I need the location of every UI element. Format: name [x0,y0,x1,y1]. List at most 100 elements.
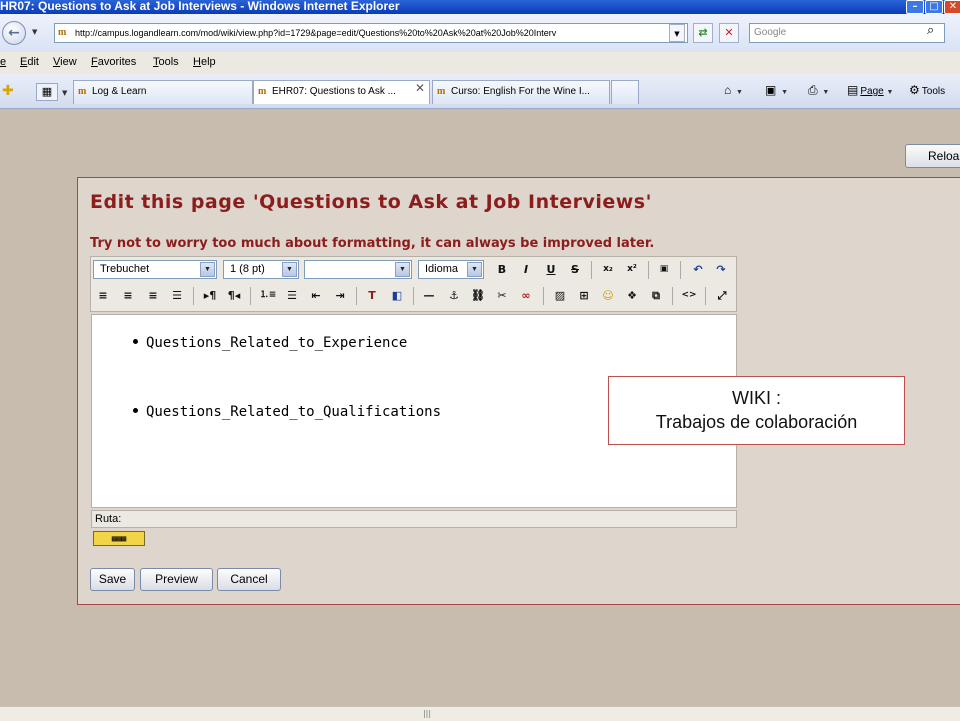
search-replace-icon[interactable]: ⧉ [646,286,666,305]
tab-label: Curso: English For the Wine I... [451,86,590,97]
tab-label: Log & Learn [92,86,147,97]
site-favicon-icon: m [58,27,67,38]
close-tab-icon[interactable]: ✕ [415,81,425,95]
address-toolbar: ← ▼ m http://campus.logandlearn.com/mod/… [0,14,960,52]
rtl-direction-icon[interactable]: ¶◂ [224,286,244,305]
feeds-button[interactable]: ▣ ▼ [765,81,788,102]
align-left-icon[interactable]: ≡ [93,286,113,305]
keyboard-shortcuts-icon[interactable]: ▦▦▦ [93,531,145,546]
window-title-bar[interactable]: HR07: Questions to Ask at Job Interviews… [0,0,960,14]
refresh-icon[interactable]: ⇄ [693,23,713,43]
bold-icon[interactable]: B [492,260,512,279]
horizontal-scrollbar[interactable]: ||| [0,706,960,721]
ordered-list-icon[interactable]: ⒈≡ [258,286,278,305]
outdent-icon[interactable]: ⇤ [306,286,326,305]
scrollbar-thumb-icon[interactable]: ||| [417,709,437,719]
history-dropdown-icon[interactable]: ▼ [32,28,37,36]
strikethrough-icon[interactable]: S [565,260,585,279]
smiley-icon[interactable]: ☺ [598,286,618,305]
list-item[interactable]: Questions_Related_to_Qualifications [133,404,441,420]
url-text[interactable]: http://campus.logandlearn.com/mod/wiki/v… [75,24,556,42]
italic-icon[interactable]: I [516,260,536,279]
horizontal-rule-icon[interactable]: — [419,286,439,305]
insert-link-icon[interactable]: ⛓ [468,286,488,305]
tab-list-dropdown-icon[interactable]: ▼ [62,89,67,97]
underline-icon[interactable]: U [541,260,561,279]
insert-table-icon[interactable]: ⊞ [574,286,594,305]
minimize-button[interactable]: – [906,0,924,14]
bullet-icon [133,407,138,413]
address-bar[interactable]: m http://campus.logandlearn.com/mod/wiki… [54,23,688,43]
site-favicon-icon: m [78,86,87,97]
menu-favorites[interactable]: Favorites [91,56,136,68]
text-color-icon[interactable]: T [362,286,382,305]
font-family-select[interactable]: Trebuchet ▼ [93,260,217,279]
preview-button[interactable]: Preview [140,568,213,591]
home-button[interactable]: ⌂ ▼ [724,81,743,102]
indent-icon[interactable]: ⇥ [330,286,350,305]
subscript-icon[interactable]: x₂ [598,260,618,279]
menu-edit[interactable]: Edit [20,56,39,68]
undo-icon[interactable]: ↶ [688,260,708,279]
wiki-callout-box: WIKI : Trabajos de colaboración [608,376,905,445]
chevron-down-icon: ▼ [200,262,215,277]
gear-icon: ⚙ [909,83,920,97]
menu-file[interactable]: e [0,56,6,68]
language-value: Idioma [425,263,459,275]
align-right-icon[interactable]: ≡ [143,286,163,305]
unlink-icon[interactable]: ✂ [492,286,512,305]
html-source-icon[interactable]: <> [679,286,699,305]
redo-icon[interactable]: ↷ [711,260,731,279]
format-select[interactable]: ▼ [304,260,412,279]
unordered-list-icon[interactable]: ☰ [282,286,302,305]
editor-path-bar: Ruta: [91,510,737,528]
site-favicon-icon: m [258,86,267,97]
special-char-icon[interactable]: ❖ [622,286,642,305]
paste-word-icon[interactable]: ▣ [654,260,674,279]
menu-bar: e Edit View Favorites Tools Help [0,52,960,74]
tab-curso-english-wine[interactable]: m Curso: English For the Wine I... [432,80,610,104]
fullscreen-icon[interactable]: ⤢ [712,286,732,305]
insert-image-icon[interactable]: ▨ [550,286,570,305]
stop-icon[interactable]: ✕ [719,23,739,43]
chevron-down-icon: ▼ [282,262,297,277]
page-heading: Edit this page 'Questions to Ask at Job … [90,191,652,213]
page-menu-button[interactable]: ▤ Page ▼ [847,81,893,102]
add-favorite-icon[interactable]: ✚ [2,83,14,99]
menu-view[interactable]: View [53,56,77,68]
tab-bar: ✚ ▦ ▼ m Log & Learn m EHR07: Questions to … [0,74,960,109]
superscript-icon[interactable]: x² [622,260,642,279]
window-title: HR07: Questions to Ask at Job Interviews… [0,0,400,13]
align-center-icon[interactable]: ≡ [118,286,138,305]
tab-label: EHR07: Questions to Ask ... [272,86,396,97]
back-button[interactable]: ← [2,21,26,45]
search-icon[interactable]: ⌕ [927,23,934,38]
menu-help[interactable]: Help [193,56,216,68]
cancel-button[interactable]: Cancel [217,568,281,591]
tab-log-and-learn[interactable]: m Log & Learn [73,80,253,104]
background-color-icon[interactable]: ◧ [387,286,407,305]
back-arrow-icon: ← [8,25,20,41]
ltr-direction-icon[interactable]: ▸¶ [200,286,220,305]
page-icon: ▤ [847,83,859,97]
tools-menu-button[interactable]: ⚙ Tools [909,81,945,101]
search-input[interactable]: Google [749,23,945,43]
anchor-icon[interactable]: ⚓ [444,286,464,305]
new-tab-button[interactable] [611,80,639,104]
close-window-button[interactable]: ✕ [944,0,960,14]
justify-icon[interactable]: ☰ [167,286,187,305]
tab-ehr07-questions[interactable]: m EHR07: Questions to Ask ... ✕ [253,80,430,104]
font-size-select[interactable]: 1 (8 pt) ▼ [223,260,299,279]
maximize-button[interactable]: □ [925,0,943,14]
reload-button[interactable]: Reloa [905,144,960,168]
nolink-icon[interactable]: ∞ [516,286,536,305]
menu-tools[interactable]: Tools [153,56,179,68]
bullet-icon [133,338,138,344]
print-button[interactable]: ⎙ ▼ [808,81,829,102]
list-item[interactable]: Questions_Related_to_Experience [133,335,407,351]
language-select[interactable]: Idioma ▼ [418,260,484,279]
font-size-value: 1 (8 pt) [230,263,265,275]
address-dropdown-icon[interactable]: ▼ [669,24,685,42]
quick-tabs-icon[interactable]: ▦ [36,83,58,101]
save-button[interactable]: Save [90,568,135,591]
